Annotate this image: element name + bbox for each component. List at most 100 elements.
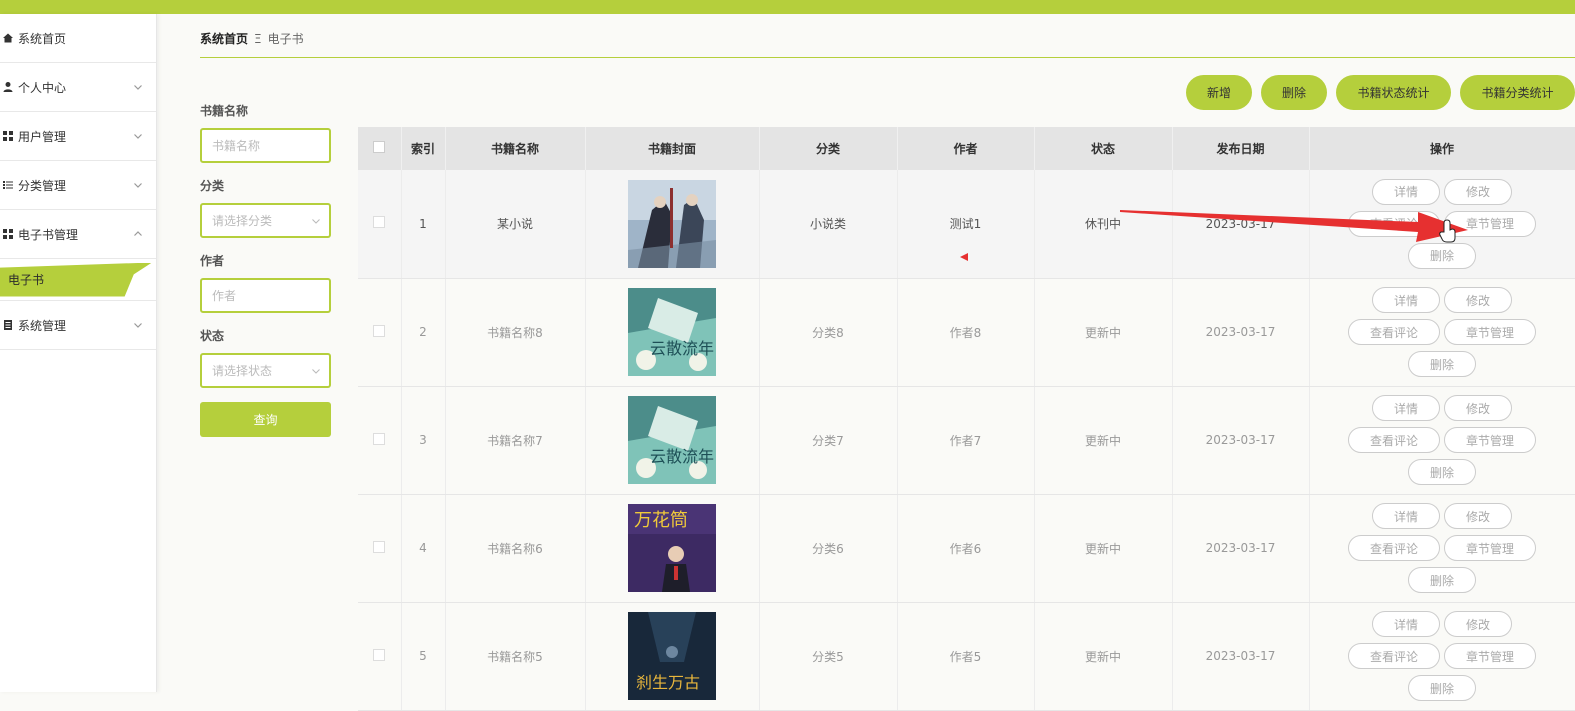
- book-cover-image: 云散流年: [628, 288, 716, 376]
- detail-button[interactable]: 详情: [1372, 611, 1440, 637]
- query-button[interactable]: 查询: [200, 402, 331, 437]
- chapter-management-button[interactable]: 章节管理: [1444, 319, 1536, 345]
- row-checkbox[interactable]: [373, 324, 386, 337]
- detail-button[interactable]: 详情: [1372, 178, 1440, 205]
- index-cell: 2: [401, 278, 446, 387]
- row-checkbox[interactable]: [373, 432, 386, 445]
- row-checkbox[interactable]: [373, 540, 386, 553]
- sidebar-item-ebook-management[interactable]: 电子书管理: [0, 210, 156, 259]
- sidebar-item-user-management[interactable]: 用户管理: [0, 112, 156, 161]
- toolbar: 新增 删除 书籍状态统计 书籍分类统计: [1186, 75, 1575, 110]
- status-cell: 更新中: [1034, 278, 1173, 387]
- row-delete-button[interactable]: 删除: [1408, 459, 1476, 485]
- edit-button[interactable]: 修改: [1444, 287, 1512, 313]
- breadcrumb-current: 电子书: [267, 32, 304, 46]
- category-cell: 分类6: [759, 494, 898, 603]
- ebook-table: 索引 书籍名称 书籍封面 分类 作者 状态 发布日期 操作 1 某小说 小说类 …: [358, 127, 1575, 711]
- chapter-management-button[interactable]: 章节管理: [1444, 643, 1536, 669]
- edit-button[interactable]: 修改: [1444, 178, 1512, 205]
- row-checkbox-cell: [358, 170, 402, 279]
- chapter-management-button[interactable]: 章节管理: [1444, 535, 1536, 561]
- chapter-management-button[interactable]: 章节管理: [1444, 210, 1536, 237]
- status-stats-button[interactable]: 书籍状态统计: [1336, 75, 1451, 110]
- view-comments-button[interactable]: 查看评论: [1348, 427, 1440, 453]
- detail-button[interactable]: 详情: [1372, 503, 1440, 529]
- top-bar: [0, 0, 1575, 14]
- cover-text: 万花筒: [634, 510, 688, 531]
- category-cell: 分类5: [759, 602, 898, 711]
- col-header-ops: 操作: [1309, 127, 1575, 170]
- breadcrumb-separator: Ξ: [254, 31, 262, 46]
- category-cell: 分类7: [759, 386, 898, 495]
- view-comments-button[interactable]: 查看评论: [1348, 643, 1440, 669]
- sidebar-item-label: 分类管理: [18, 178, 67, 193]
- select-all-checkbox[interactable]: [373, 141, 386, 153]
- sidebar: 系统首页 个人中心 用户管理 分类管理 电子书管理 电子书 系统管理: [0, 14, 157, 692]
- sidebar-item-label: 系统管理: [18, 318, 67, 333]
- sidebar-item-label: 电子书管理: [18, 227, 79, 242]
- book-cover-image: 云散流年: [628, 396, 716, 484]
- table-header-row: 索引 书籍名称 书籍封面 分类 作者 状态 发布日期 操作: [358, 127, 1575, 170]
- table-row[interactable]: 5 书籍名称5 刹生万古 分类5 作者5 更新中 2023-03-17 详情 修…: [358, 602, 1575, 711]
- row-checkbox-cell: [358, 494, 402, 603]
- name-cell: 书籍名称7: [445, 386, 586, 495]
- row-delete-button[interactable]: 删除: [1408, 675, 1476, 701]
- sidebar-item-label: 用户管理: [18, 129, 67, 144]
- status-placeholder: 请选择状态: [212, 364, 273, 378]
- author-search-input[interactable]: 作者: [200, 278, 331, 313]
- date-cell: 2023-03-17: [1172, 386, 1310, 495]
- sidebar-item-category-management[interactable]: 分类管理: [0, 161, 156, 210]
- detail-button[interactable]: 详情: [1372, 395, 1440, 421]
- category-stats-button[interactable]: 书籍分类统计: [1460, 75, 1575, 110]
- view-comments-button[interactable]: 查看评论: [1348, 210, 1440, 237]
- index-cell: 5: [401, 602, 446, 711]
- status-cell: 更新中: [1034, 386, 1173, 495]
- category-placeholder: 请选择分类: [212, 214, 273, 228]
- sidebar-item-system-management[interactable]: 系统管理: [0, 301, 156, 350]
- status-select[interactable]: 请选择状态: [200, 353, 331, 388]
- edit-button[interactable]: 修改: [1444, 395, 1512, 421]
- sidebar-item-personal-center[interactable]: 个人中心: [0, 63, 156, 112]
- row-checkbox[interactable]: [373, 216, 386, 229]
- row-delete-button[interactable]: 删除: [1408, 351, 1476, 377]
- col-header-name: 书籍名称: [445, 127, 586, 170]
- sidebar-subitem-ebook-label: 电子书: [0, 262, 152, 297]
- search-form: 书籍名称 书籍名称 分类 请选择分类 作者 作者 状态 请选择状态 查询: [200, 102, 332, 437]
- row-delete-button[interactable]: 删除: [1408, 567, 1476, 593]
- cover-text: 刹生万古: [636, 673, 700, 692]
- category-select[interactable]: 请选择分类: [200, 203, 331, 238]
- ops-cell: 详情 修改 查看评论 章节管理 删除: [1309, 386, 1575, 495]
- table-row[interactable]: 4 书籍名称6 万花筒 分类6 作者6 更新中 2023-03-17 详情 修改…: [358, 494, 1575, 603]
- cover-cell: 云散流年: [585, 386, 760, 495]
- chevron-down-icon: [312, 369, 320, 374]
- status-cell: 更新中: [1034, 602, 1173, 711]
- author-placeholder: 作者: [212, 289, 237, 303]
- name-search-input[interactable]: 书籍名称: [200, 128, 331, 163]
- row-checkbox[interactable]: [373, 648, 386, 661]
- detail-button[interactable]: 详情: [1372, 287, 1440, 313]
- breadcrumb-home[interactable]: 系统首页: [200, 30, 248, 47]
- delete-button[interactable]: 删除: [1261, 75, 1327, 110]
- edit-button[interactable]: 修改: [1444, 611, 1512, 637]
- chevron-down-icon: [134, 85, 142, 90]
- view-comments-button[interactable]: 查看评论: [1348, 319, 1440, 345]
- table-row[interactable]: 2 书籍名称8 云散流年 分类8 作者8 更新中 2023-03-17 详情 修…: [358, 278, 1575, 387]
- table-row[interactable]: 3 书籍名称7 云散流年 分类7 作者7 更新中 2023-03-17 详情 修…: [358, 386, 1575, 495]
- sidebar-item-label: 个人中心: [18, 80, 67, 95]
- date-cell: 2023-03-17: [1172, 494, 1310, 603]
- main-content: 系统首页 Ξ 电子书 书籍名称 书籍名称 分类 请选择分类 作者 作者 状态 请…: [157, 14, 1575, 711]
- add-button[interactable]: 新增: [1186, 75, 1252, 110]
- status-label: 状态: [200, 329, 225, 343]
- ops-cell: 详情 修改 查看评论 章节管理 删除: [1309, 602, 1575, 711]
- row-checkbox-cell: [358, 278, 402, 387]
- cover-cell: [585, 170, 760, 279]
- chapter-management-button[interactable]: 章节管理: [1444, 427, 1536, 453]
- view-comments-button[interactable]: 查看评论: [1348, 535, 1440, 561]
- sidebar-subitem-ebook[interactable]: 电子书: [0, 259, 156, 301]
- date-cell: 2023-03-17: [1172, 602, 1310, 711]
- sidebar-item-home[interactable]: 系统首页: [0, 14, 156, 63]
- cover-cell: 刹生万古: [585, 602, 760, 711]
- chevron-down-icon: [134, 183, 142, 188]
- edit-button[interactable]: 修改: [1444, 503, 1512, 529]
- row-delete-button[interactable]: 删除: [1408, 242, 1476, 269]
